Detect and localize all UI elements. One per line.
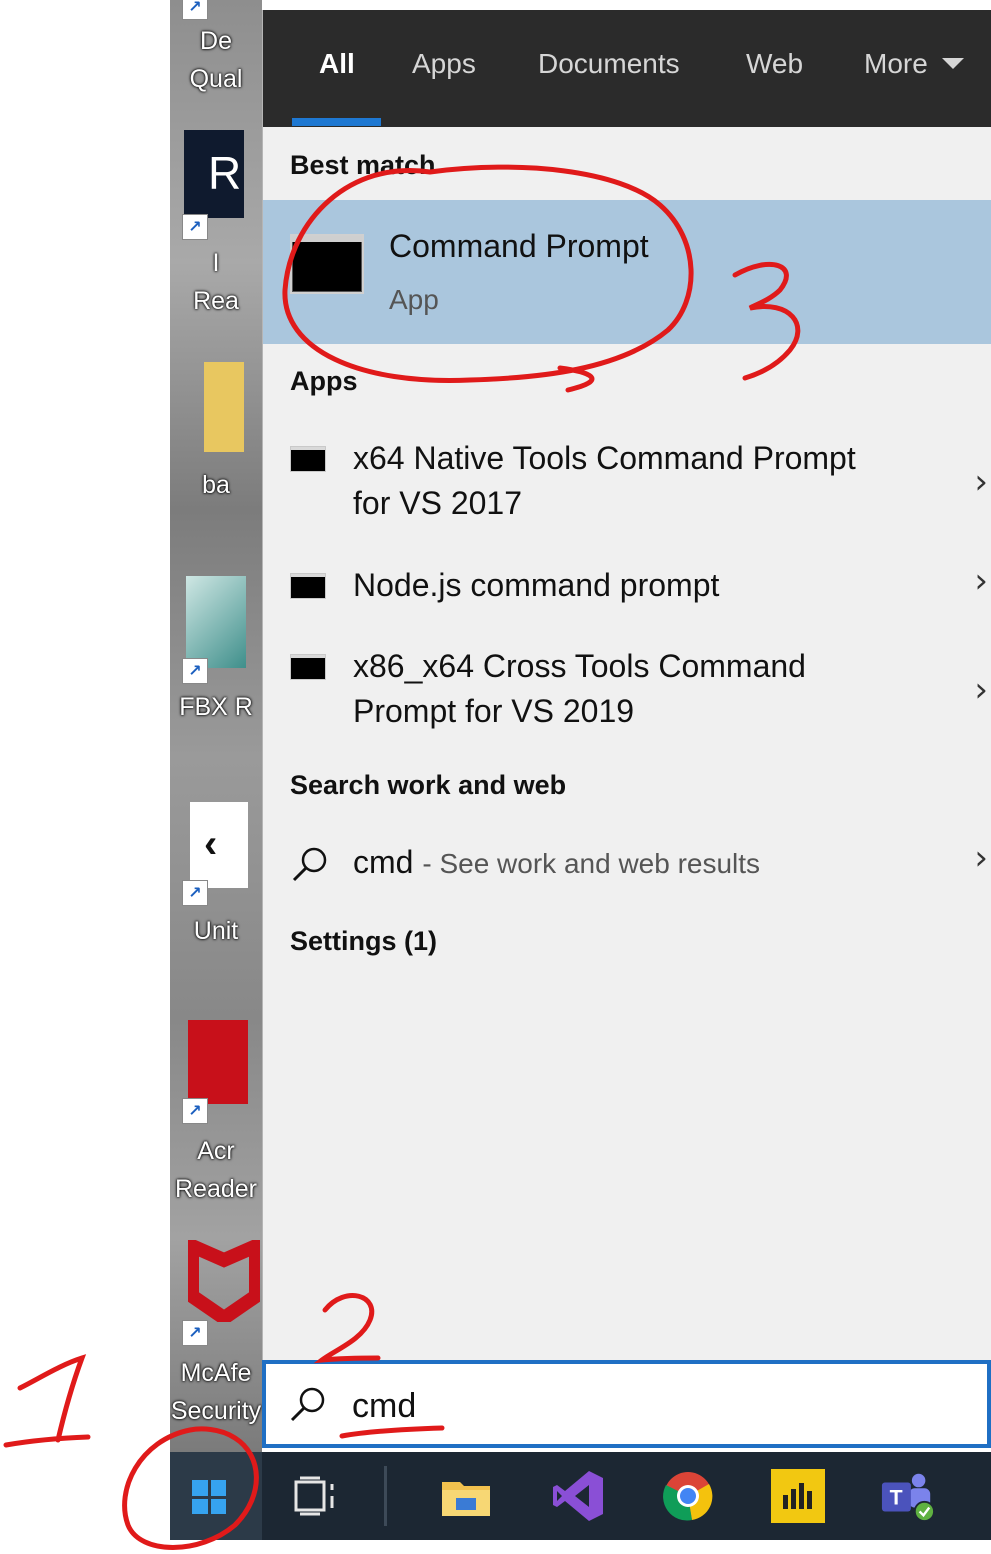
best-match-subtitle: App <box>389 284 439 315</box>
command-prompt-icon <box>290 234 364 294</box>
app-result-label: x86_x64 Cross Tools Command Prompt for V… <box>353 648 806 729</box>
search-results-panel: All Apps Documents Web More Best match C… <box>262 10 991 1360</box>
chevron-right-icon[interactable]: › <box>974 561 988 601</box>
tab-all[interactable]: All <box>319 48 355 80</box>
mcafee-shield-icon <box>185 1235 262 1327</box>
best-match-title: Command Prompt <box>389 228 649 264</box>
search-work-web-heading: Search work and web <box>290 770 567 800</box>
tab-more[interactable]: More <box>864 48 964 80</box>
command-prompt-icon <box>290 573 326 599</box>
tab-web[interactable]: Web <box>746 48 803 80</box>
chevron-right-icon[interactable]: › <box>974 670 988 710</box>
search-icon <box>290 1387 325 1422</box>
tab-documents[interactable]: Documents <box>538 48 680 80</box>
taskbar-separator <box>384 1466 387 1526</box>
app-result-label: Node.js command prompt <box>353 567 720 603</box>
folder-icon <box>442 1482 490 1516</box>
desktop-background: ↗ De Qual R ↗ I Rea ba ↗ FBX R ‹ ↗ Unit … <box>170 0 262 1456</box>
chevron-right-icon[interactable]: › <box>974 462 988 502</box>
chrome-button[interactable] <box>660 1468 716 1524</box>
reader-app-icon: R <box>184 130 244 218</box>
app-result-x64-native-tools[interactable]: x64 Native Tools Command Prompt for VS 2… <box>263 436 991 528</box>
shortcut-arrow-icon: ↗ <box>182 0 208 20</box>
shortcut-arrow-icon: ↗ <box>182 880 208 906</box>
power-bi-button[interactable] <box>770 1468 826 1524</box>
folder-icon <box>204 362 244 452</box>
search-input[interactable] <box>352 1378 952 1434</box>
active-tab-indicator <box>292 118 381 126</box>
unity-app-icon: ‹ <box>190 802 248 888</box>
windows-logo-icon <box>192 1480 226 1514</box>
visual-studio-button[interactable] <box>550 1468 606 1524</box>
search-box[interactable] <box>262 1360 991 1448</box>
svg-text:T: T <box>890 1486 903 1510</box>
web-search-hint: - See work and web results <box>422 848 761 879</box>
acrobat-app-icon <box>188 1020 248 1104</box>
shortcut-arrow-icon: ↗ <box>182 1098 208 1124</box>
app-result-label: x64 Native Tools Command Prompt for VS 2… <box>353 440 856 521</box>
task-view-button[interactable] <box>288 1468 344 1524</box>
best-match-heading: Best match <box>290 150 436 180</box>
shortcut-arrow-icon: ↗ <box>182 658 208 684</box>
chrome-icon <box>663 1472 713 1521</box>
search-filter-tabs: All Apps Documents Web More <box>263 10 991 127</box>
visual-studio-icon <box>553 1471 603 1521</box>
search-icon <box>292 847 327 882</box>
web-search-query: cmd <box>353 844 414 880</box>
file-explorer-button[interactable] <box>438 1468 494 1524</box>
best-match-item[interactable]: Command Prompt App <box>263 200 991 344</box>
web-search-result[interactable]: cmd - See work and web results › <box>263 838 991 890</box>
app-result-x86-x64-cross-tools[interactable]: x86_x64 Cross Tools Command Prompt for V… <box>263 644 991 736</box>
fbx-app-icon <box>186 576 246 668</box>
caret-down-icon <box>941 58 964 70</box>
start-button[interactable] <box>170 1452 262 1540</box>
teams-button[interactable]: T <box>880 1468 936 1524</box>
settings-heading[interactable]: Settings (1) <box>290 926 437 957</box>
shortcut-arrow-icon: ↗ <box>182 214 208 240</box>
app-result-nodejs-prompt[interactable]: Node.js command prompt › <box>263 561 991 613</box>
tab-apps[interactable]: Apps <box>412 48 476 80</box>
power-bi-icon <box>771 1469 825 1523</box>
taskbar: T <box>170 1452 991 1540</box>
apps-heading: Apps <box>290 366 358 396</box>
chevron-right-icon[interactable]: › <box>974 838 988 878</box>
web-search-text: cmd - See work and web results <box>353 844 760 881</box>
task-view-icon <box>294 1476 334 1516</box>
tab-more-label: More <box>864 48 928 79</box>
annotation-number-1 <box>3 1354 91 1448</box>
command-prompt-icon <box>290 446 326 472</box>
command-prompt-icon <box>290 654 326 680</box>
shortcut-arrow-icon: ↗ <box>182 1320 208 1346</box>
teams-icon: T <box>881 1473 936 1523</box>
